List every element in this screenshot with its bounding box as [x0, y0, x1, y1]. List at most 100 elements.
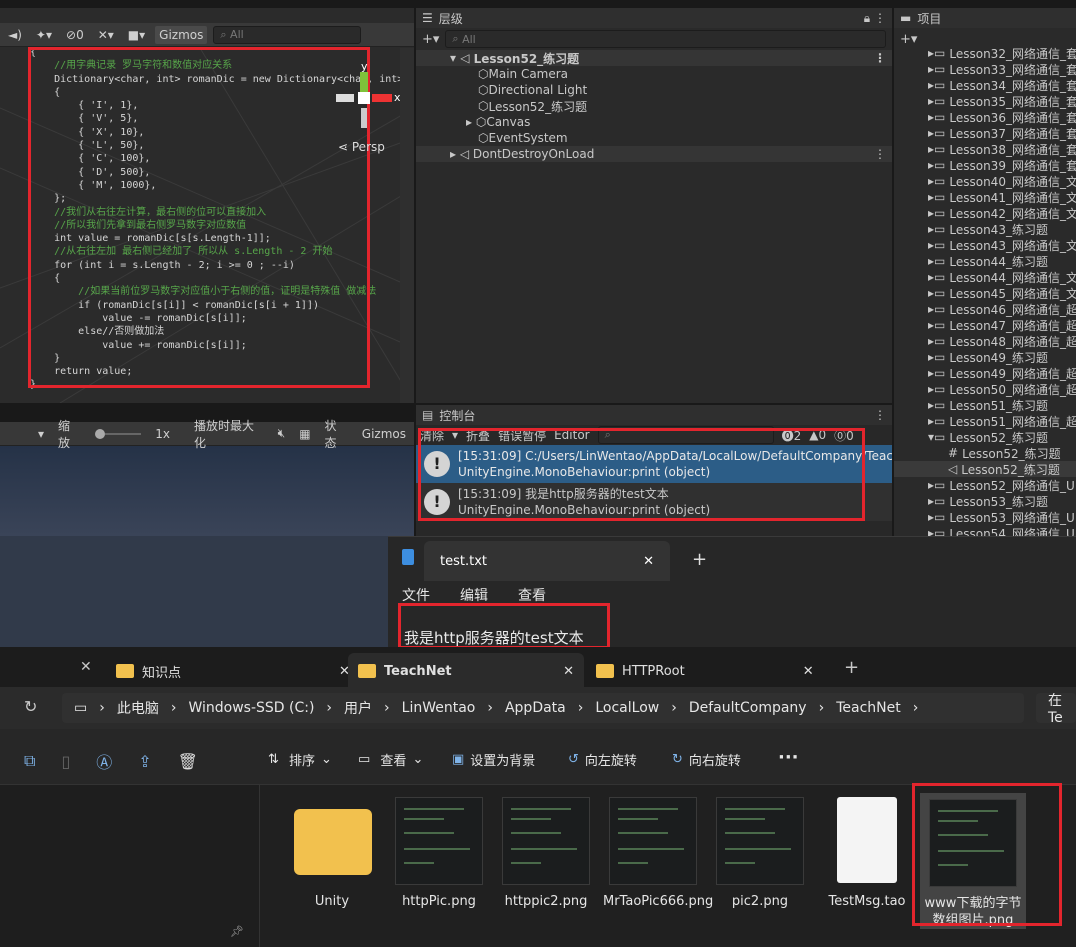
project-item[interactable]: ▸▭ Lesson38_网络通信_套	[894, 141, 1076, 157]
mute-icon[interactable]: 🔇︎	[274, 425, 290, 443]
project-item[interactable]: ▸▭ Lesson43_练习题	[894, 221, 1076, 237]
project-item[interactable]: ▸▭ Lesson36_网络通信_套	[894, 109, 1076, 125]
console-tab[interactable]: ▤ 控制台 ⋮	[416, 405, 892, 425]
project-item[interactable]: ▸▭ Lesson47_网络通信_超	[894, 317, 1076, 333]
rotate-left-button[interactable]: ↺ 向左旋转	[568, 750, 637, 769]
visibility-toggle[interactable]: ⊘ 0	[62, 26, 88, 44]
nav-pane[interactable]: 📌︎	[0, 785, 260, 947]
more-button[interactable]: ···	[778, 747, 799, 768]
game-view[interactable]	[0, 422, 414, 647]
camera-icon[interactable]: ■▾	[124, 26, 149, 44]
new-tab-icon[interactable]: +	[844, 657, 859, 678]
project-item[interactable]: ▸▭ Lesson35_网络通信_套	[894, 93, 1076, 109]
project-item[interactable]: ▸▭ Lesson45_网络通信_文	[894, 285, 1076, 301]
breadcrumb-item[interactable]: TeachNet	[836, 700, 901, 716]
project-item[interactable]: ▸▭ Lesson44_练习题	[894, 253, 1076, 269]
breadcrumb-item[interactable]: 用户	[344, 698, 372, 718]
project-tab[interactable]: ▬ 项目	[894, 8, 1076, 28]
file-item[interactable]: httpPic.png	[389, 797, 489, 910]
hierarchy-tab[interactable]: ☰ 层级 🔒︎ ⋮	[416, 8, 892, 28]
explorer-tab-active[interactable]: TeachNet ✕	[348, 653, 584, 689]
project-item[interactable]: ▸▭ Lesson34_网络通信_套	[894, 77, 1076, 93]
menu-file[interactable]: 文件	[402, 585, 430, 605]
scene-view[interactable]: ◄) ✦▾ ⊘ 0 ✕▾ ■▾ Gizmos ⌕ All { //用字典记录 罗马…	[0, 0, 414, 403]
project-item[interactable]: ▸▭ Lesson52_网络通信_U	[894, 477, 1076, 493]
close-icon[interactable]: ✕	[80, 659, 92, 675]
menu-edit[interactable]: 编辑	[460, 585, 488, 605]
project-item[interactable]: ▸▭ Lesson49_练习题	[894, 349, 1076, 365]
rename-icon[interactable]: Ⓐ	[96, 749, 112, 773]
sort-button[interactable]: ⇅ 排序 ⌄	[268, 750, 332, 769]
close-icon[interactable]: ✕	[803, 664, 814, 679]
rotate-right-button[interactable]: ↻ 向右旋转	[672, 750, 741, 769]
project-item[interactable]: ▸▭ Lesson53_网络通信_U	[894, 509, 1076, 525]
new-tab-icon[interactable]: +	[692, 549, 707, 570]
add-icon[interactable]: +▾	[422, 32, 439, 47]
hierarchy-dontdestroy-row[interactable]: ▸ ◁ DontDestroyOnLoad ⋮	[416, 146, 892, 162]
project-item[interactable]: ▸▭ Lesson37_网络通信_套	[894, 125, 1076, 141]
breadcrumb-item[interactable]: LocalLow	[595, 700, 659, 716]
breadcrumb-item[interactable]: Windows-SSD (C:)	[188, 700, 314, 716]
file-item[interactable]: MrTaoPic666.png	[603, 797, 713, 910]
notepad-tab[interactable]: test.txt ✕	[424, 541, 670, 581]
project-item[interactable]: ▸▭ Lesson39_网络通信_套	[894, 157, 1076, 173]
pin-icon[interactable]: 📌︎	[230, 925, 244, 938]
hierarchy-item[interactable]: ⬡ EventSystem	[416, 130, 892, 146]
project-item[interactable]: ▸▭ Lesson50_网络通信_超	[894, 381, 1076, 397]
project-item[interactable]: ▸▭ Lesson44_网络通信_文	[894, 269, 1076, 285]
copy-icon[interactable]: ⧉	[24, 751, 35, 771]
gizmos-button[interactable]: Gizmos	[155, 25, 208, 44]
close-icon[interactable]: ✕	[643, 554, 654, 569]
delete-icon[interactable]: 🗑︎	[178, 752, 198, 771]
project-item[interactable]: ▸▭ Lesson40_网络通信_文	[894, 173, 1076, 189]
breadcrumb-item[interactable]: LinWentao	[402, 700, 476, 716]
lock-icon[interactable]: 🔒︎ ⋮	[864, 11, 886, 26]
project-item[interactable]: ▸▭ Lesson51_网络通信_超	[894, 413, 1076, 429]
set-background-button[interactable]: ▣ 设置为背景	[452, 750, 535, 769]
explorer-tab[interactable]: HTTPRoot ✕	[586, 653, 824, 689]
project-item[interactable]: ▸▭ Lesson48_网络通信_超	[894, 333, 1076, 349]
scene-search[interactable]: ⌕ All	[213, 25, 362, 44]
file-item[interactable]: TestMsg.tao	[817, 797, 917, 910]
effects-icon[interactable]: ✦▾	[32, 26, 56, 44]
explorer-tab[interactable]: 知识点 ✕	[106, 653, 360, 689]
share-icon[interactable]: ⇪	[138, 752, 151, 771]
project-item[interactable]: ▸▭ Lesson53_练习题	[894, 493, 1076, 509]
refresh-icon[interactable]: ↻	[24, 697, 37, 716]
project-item[interactable]: ▸▭ Lesson32_网络通信_套	[894, 45, 1076, 61]
project-item[interactable]: ▸▭ Lesson41_网络通信_文	[894, 189, 1076, 205]
hierarchy-item[interactable]: ▸ ⬡ Canvas	[416, 114, 892, 130]
project-item[interactable]: ▸▭ Lesson42_网络通信_文	[894, 205, 1076, 221]
project-item[interactable]: ▸▭ Lesson49_网络通信_超	[894, 365, 1076, 381]
scene-orientation-gizmo[interactable]: y x ⋖ Persp	[330, 58, 410, 154]
project-item[interactable]: ▸▭ Lesson33_网络通信_套	[894, 61, 1076, 77]
hierarchy-search[interactable]: ⌕ All	[445, 30, 886, 48]
breadcrumb-item[interactable]: 此电脑	[117, 698, 159, 718]
maximize-on-play-button[interactable]: 播放时最大化	[190, 419, 268, 450]
project-item[interactable]: ▾▭ Lesson52_练习题	[894, 429, 1076, 445]
file-item[interactable]: httppic2.png	[496, 797, 596, 910]
file-item[interactable]: Unity	[282, 797, 382, 910]
breadcrumb[interactable]: ▭ › 此电脑 › Windows-SSD (C:) › 用户 › LinWentao ›…	[62, 693, 1024, 723]
breadcrumb-item[interactable]: DefaultCompany	[689, 700, 807, 716]
scene-scrollbar[interactable]	[400, 48, 414, 403]
paste-icon[interactable]: ▯	[61, 752, 70, 771]
keyboard-icon[interactable]: ▦	[295, 425, 314, 443]
game-gizmos-button[interactable]: Gizmos	[358, 425, 410, 443]
stats-button[interactable]: 状态	[321, 419, 352, 450]
hierarchy-item[interactable]: ⬡ Lesson52_练习题	[416, 98, 892, 114]
hierarchy-item[interactable]: ⬡ Directional Light	[416, 82, 892, 98]
view-button[interactable]: ▭ 查看 ⌄	[358, 750, 423, 769]
breadcrumb-item[interactable]: AppData	[505, 700, 566, 716]
close-icon[interactable]: ✕	[563, 664, 574, 679]
project-item[interactable]: ▸▭ Lesson51_练习题	[894, 397, 1076, 413]
audio-icon[interactable]: ◄)	[4, 26, 26, 44]
persp-label[interactable]: ⋖ Persp	[338, 140, 385, 154]
tools-icon[interactable]: ✕▾	[94, 26, 118, 44]
hierarchy-item[interactable]: ⬡ Main Camera	[416, 66, 892, 82]
hierarchy-scene-row[interactable]: ▾ ◁ Lesson52_练习题 ⋮	[416, 50, 892, 66]
menu-view[interactable]: 查看	[518, 585, 546, 605]
project-item[interactable]: ▸▭ Lesson46_网络通信_超	[894, 301, 1076, 317]
project-item[interactable]: ◁ Lesson52_练习题	[894, 461, 1076, 477]
file-item[interactable]: pic2.png	[710, 797, 810, 910]
